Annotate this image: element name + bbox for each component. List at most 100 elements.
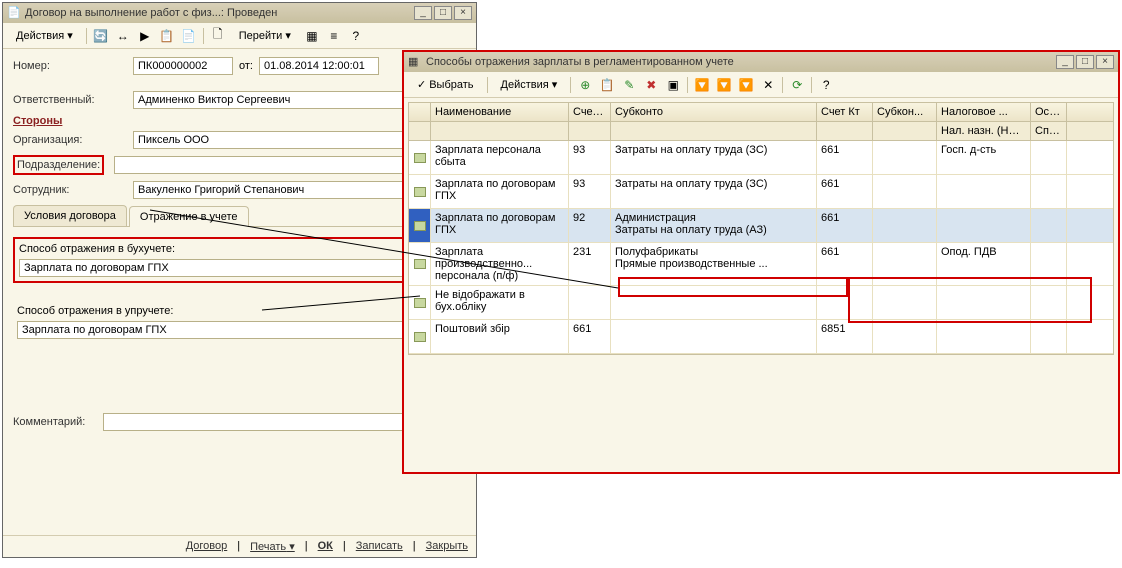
arrow-icon[interactable]: ↔ <box>115 28 131 44</box>
select-button[interactable]: ✓ Выбрать <box>410 75 481 94</box>
filter2-icon[interactable]: 🔽 <box>716 77 732 93</box>
cell-sub2 <box>873 286 937 319</box>
cell-skt: 661 <box>817 209 873 242</box>
table-header: Наименование Счет Дт Субконто Счет Кт Су… <box>409 103 1113 122</box>
upr-input[interactable] <box>17 321 462 339</box>
th-oso[interactable]: Осо... <box>1031 103 1067 121</box>
close-button[interactable]: Закрыть <box>426 540 468 553</box>
th-skt[interactable]: Счет Кт <box>817 103 873 121</box>
org-label: Организация: <box>13 134 133 146</box>
row-icon <box>409 209 431 242</box>
goto-menu[interactable]: Перейти ▾ <box>232 26 298 45</box>
tab-conditions[interactable]: Условия договора <box>13 205 127 226</box>
cell-oso <box>1031 286 1067 319</box>
bars-icon[interactable]: ≡ <box>326 28 342 44</box>
cell-oso <box>1031 243 1067 285</box>
refresh-icon[interactable]: ⟳ <box>789 77 805 93</box>
play-icon[interactable]: ▶ <box>137 28 153 44</box>
cell-nal <box>937 209 1031 242</box>
cell-name: Зарплата по договорам ГПХ <box>431 175 569 208</box>
dog-button[interactable]: Договор <box>186 540 228 553</box>
minimize-button[interactable]: _ <box>414 6 432 20</box>
maximize-button[interactable]: □ <box>434 6 452 20</box>
bu-input[interactable] <box>19 259 460 277</box>
cell-skt: 661 <box>817 175 873 208</box>
table: Наименование Счет Дт Субконто Счет Кт Су… <box>408 102 1114 355</box>
responsible-label: Ответственный: <box>13 94 133 106</box>
th-sdt[interactable]: Счет Дт <box>569 103 611 121</box>
add-icon[interactable]: ⊕ <box>577 77 593 93</box>
cell-name: Зарплата производственно... персонала (п… <box>431 243 569 285</box>
doc2-icon[interactable]: 📄 <box>181 28 197 44</box>
th-nal[interactable]: Налоговое ... <box>937 103 1031 121</box>
cell-skt: 6851 <box>817 320 873 353</box>
window-title: Способы отражения зарплаты в регламентир… <box>426 56 1056 68</box>
tab-reflection[interactable]: Отражение в учете <box>129 206 249 227</box>
ok-button[interactable]: ОК <box>318 540 333 553</box>
table-row[interactable]: Не відображати в бух.обліку <box>409 286 1113 320</box>
copy-icon[interactable]: 📋 <box>599 77 615 93</box>
cell-sub2 <box>873 209 937 242</box>
th-sub[interactable]: Субконто <box>611 103 817 121</box>
titlebar: ▦ Способы отражения зарплаты в регламент… <box>404 52 1118 72</box>
edit-icon[interactable]: ✎ <box>621 77 637 93</box>
grid-icon[interactable]: ▦ <box>304 28 320 44</box>
cell-sub2 <box>873 243 937 285</box>
separator <box>86 28 87 44</box>
tabs: Условия договора Отражение в учете <box>13 205 466 227</box>
division-label: Подразделение: <box>13 155 104 175</box>
minimize-button[interactable]: _ <box>1056 55 1074 69</box>
cell-sdt: 93 <box>569 141 611 174</box>
cell-nal <box>937 175 1031 208</box>
parties-section: Стороны <box>13 115 466 127</box>
cell-oso <box>1031 209 1067 242</box>
list-icon: ▦ <box>408 55 422 69</box>
print-button[interactable]: Печать ▾ <box>250 540 295 553</box>
mark-icon[interactable]: ▣ <box>665 77 681 93</box>
refresh-icon[interactable]: 🔄 <box>93 28 109 44</box>
filter1-icon[interactable]: 🔽 <box>694 77 710 93</box>
delete-icon[interactable]: ✖ <box>643 77 659 93</box>
cell-skt <box>817 286 873 319</box>
cell-sdt: 93 <box>569 175 611 208</box>
row-icon <box>409 320 431 353</box>
copy-icon[interactable]: 📋 <box>159 28 175 44</box>
maximize-button[interactable]: □ <box>1076 55 1094 69</box>
sub-oso: Спо... отр... <box>1031 122 1067 140</box>
cell-sdt <box>569 286 611 319</box>
separator <box>570 77 571 93</box>
filter3-icon[interactable]: 🔽 <box>738 77 754 93</box>
cell-sub: ПолуфабрикатыПрямые производственные ... <box>611 243 817 285</box>
cell-sub2 <box>873 141 937 174</box>
table-body: Зарплата персонала сбыта 93 Затраты на о… <box>409 141 1113 354</box>
save-button[interactable]: Записать <box>356 540 403 553</box>
separator <box>487 77 488 93</box>
th-sub2[interactable]: Субкон... <box>873 103 937 121</box>
actions-menu[interactable]: Действия ▾ <box>494 75 565 94</box>
tab-panel: Способ отражения в бухучете: Способ отра… <box>13 227 466 353</box>
toolbar: ✓ Выбрать Действия ▾ ⊕ 📋 ✎ ✖ ▣ 🔽 🔽 🔽 ✕ ⟳… <box>404 72 1118 98</box>
list-icon[interactable]: 🗋 <box>210 28 226 44</box>
cell-skt: 661 <box>817 243 873 285</box>
salary-methods-window: ▦ Способы отражения зарплаты в регламент… <box>402 50 1120 474</box>
filter-clear-icon[interactable]: ✕ <box>760 77 776 93</box>
th-name[interactable]: Наименование <box>431 103 569 121</box>
comment-label: Комментарий: <box>13 416 103 428</box>
actions-menu[interactable]: Действия ▾ <box>9 26 80 45</box>
table-row[interactable]: Зарплата по договорам ГПХ 92 Администрац… <box>409 209 1113 243</box>
table-row[interactable]: Зарплата по договорам ГПХ 93 Затраты на … <box>409 175 1113 209</box>
cell-skt: 661 <box>817 141 873 174</box>
close-button[interactable]: × <box>454 6 472 20</box>
cell-sdt: 231 <box>569 243 611 285</box>
help-icon[interactable]: ? <box>348 28 364 44</box>
separator <box>782 77 783 93</box>
cell-nal <box>937 320 1031 353</box>
cell-sub2 <box>873 320 937 353</box>
table-row[interactable]: Зарплата персонала сбыта 93 Затраты на о… <box>409 141 1113 175</box>
help-icon[interactable]: ? <box>818 77 834 93</box>
table-row[interactable]: Поштовий збір 661 6851 <box>409 320 1113 354</box>
date-input[interactable] <box>259 57 379 75</box>
close-button[interactable]: × <box>1096 55 1114 69</box>
table-row[interactable]: Зарплата производственно... персонала (п… <box>409 243 1113 286</box>
number-input[interactable] <box>133 57 233 75</box>
